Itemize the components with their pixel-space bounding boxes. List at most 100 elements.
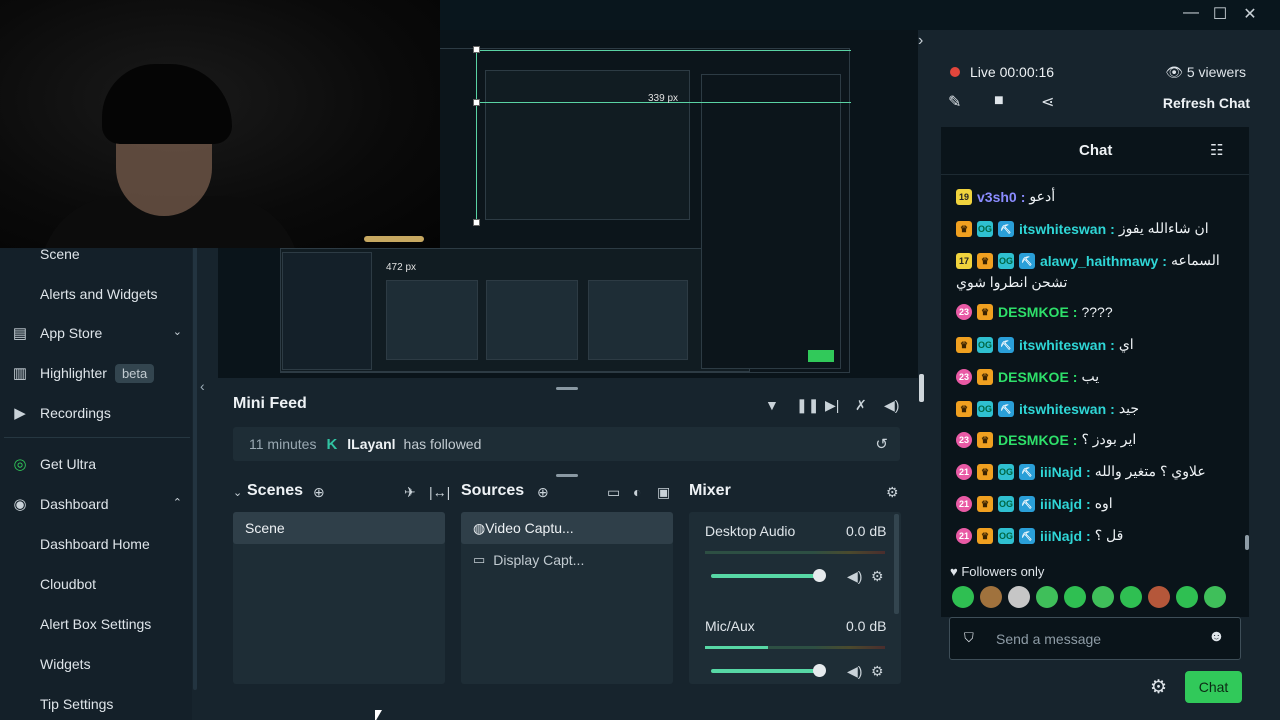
sidebar-item-dashboard[interactable]: ◉ Dashboard ⌃ [0, 486, 190, 522]
sidebar-item-cloudbot[interactable]: Cloudbot [0, 566, 190, 602]
chat-colon: : [1072, 368, 1078, 385]
emote-icon[interactable] [1204, 586, 1226, 608]
collapse-scenes-icon[interactable]: ⌄ [233, 486, 242, 499]
chat-message: ♛ OG ⛏ itswhiteswan: ان شاءالله يفوز [956, 220, 1209, 237]
resize-handle[interactable] [473, 99, 480, 106]
emote-icon[interactable] [952, 586, 974, 608]
add-scene-icon[interactable]: ⊕ [313, 484, 325, 501]
sidebar-item-app-store[interactable]: ▤ App Store ⌄ [0, 315, 190, 351]
og-badge-icon: OG [977, 220, 993, 237]
source-display-icon[interactable]: ▭ [607, 484, 620, 501]
editor-scrollbar[interactable] [919, 374, 924, 402]
share-icon[interactable]: ⋖ [1041, 92, 1054, 112]
speaker-icon[interactable]: ◀) [847, 568, 862, 585]
minimize-button[interactable]: — [1180, 4, 1202, 22]
chat-scrollbar[interactable] [1245, 535, 1249, 550]
emote-icon[interactable] [1036, 586, 1058, 608]
refresh-chat-button[interactable]: Refresh Chat [1163, 95, 1250, 111]
sidebar-item-dashboard-home[interactable]: Dashboard Home [0, 526, 190, 562]
sidebar-item-highlighter[interactable]: ▥ Highlighter beta [0, 355, 190, 391]
og-badge-icon: OG [998, 463, 1014, 480]
viewer-count: 👁 5 viewers [1165, 64, 1246, 81]
sidebar-item-widgets[interactable]: Widgets [0, 646, 190, 682]
chat-text: يب [1081, 368, 1100, 384]
footer-bar [218, 700, 918, 720]
users-icon[interactable]: ☷ [1210, 141, 1223, 159]
webcam-icon: ◍ [473, 519, 486, 536]
chat-settings-icon[interactable]: ⚙ [1150, 676, 1167, 699]
chat-username[interactable]: iiiNajd [1040, 496, 1082, 512]
chat-username[interactable]: DESMKOE [998, 369, 1069, 385]
expand-chat-icon[interactable]: › [918, 32, 923, 50]
crown-badge-icon: ♛ [977, 431, 993, 448]
sidebar-item-recordings[interactable]: ▶ Recordings [0, 395, 190, 431]
emoji-icon[interactable]: ☻ [1208, 628, 1225, 646]
sidebar-item-label: Dashboard [40, 496, 109, 512]
emote-icon[interactable] [1008, 586, 1030, 608]
resize-handle[interactable] [473, 46, 480, 53]
webcam-light [364, 236, 424, 242]
chat-username[interactable]: DESMKOE [998, 432, 1069, 448]
send-chat-button[interactable]: Chat [1185, 671, 1242, 703]
volume-slider-knob[interactable] [813, 664, 826, 677]
drag-handle[interactable] [556, 387, 578, 390]
chat-username[interactable]: alawy_haithmawy [1040, 253, 1158, 269]
split-icon[interactable]: |↔| [429, 484, 450, 500]
edit-icon[interactable]: ✎ [948, 92, 961, 112]
pause-icon[interactable]: ❚❚ [796, 397, 819, 414]
collapse-sidebar-icon[interactable]: ‹ [200, 378, 205, 394]
speaker-icon[interactable]: ◀) [847, 663, 862, 680]
source-audio-icon[interactable]: ◐ [633, 484, 641, 500]
repeat-alert-icon[interactable]: ↺ [875, 435, 888, 453]
sub-badge-icon: 19 [956, 188, 972, 205]
transition-icon[interactable]: ✈ [404, 484, 416, 501]
mixer-channel-name: Desktop Audio [705, 523, 796, 539]
sidebar-item-tip-settings[interactable]: Tip Settings [0, 686, 190, 720]
chat-username[interactable]: itswhiteswan [1019, 337, 1106, 353]
add-source-icon[interactable]: ⊕ [537, 484, 549, 501]
drag-handle[interactable] [556, 474, 578, 477]
preview-capture-mixer [588, 280, 688, 360]
scene-item[interactable]: Scene [233, 512, 445, 544]
emote-icon[interactable] [1176, 586, 1198, 608]
sidebar-item-alert-box-settings[interactable]: Alert Box Settings [0, 606, 190, 642]
chat-username[interactable]: iiiNajd [1040, 464, 1082, 480]
resize-handle[interactable] [473, 219, 480, 226]
mute-alerts-icon[interactable]: ✗ [855, 397, 867, 414]
source-item[interactable]: ◍ Video Captu... [461, 512, 673, 544]
pickaxe-badge-icon: ⛏ [998, 220, 1014, 237]
maximize-button[interactable]: ☐ [1209, 4, 1231, 24]
mixer-channel-name: Mic/Aux [705, 618, 755, 634]
emote-icon[interactable] [980, 586, 1002, 608]
gear-icon[interactable]: ⚙ [886, 484, 899, 501]
volume-slider[interactable] [711, 669, 819, 673]
message-input[interactable]: Send a message [949, 617, 1241, 660]
skip-icon[interactable]: ▶| [825, 397, 839, 414]
chat-username[interactable]: itswhiteswan [1019, 401, 1106, 417]
camera-icon[interactable]: ■ [994, 92, 1004, 110]
sidebar-scrollbar[interactable] [193, 190, 197, 690]
filter-icon[interactable]: ▼ [765, 397, 779, 413]
sidebar-item-alerts-widgets[interactable]: Alerts and Widgets [0, 276, 190, 312]
chat-username[interactable]: DESMKOE [998, 304, 1069, 320]
mixer-scrollbar[interactable] [894, 514, 899, 614]
emote-icon[interactable] [1064, 586, 1086, 608]
volume-icon[interactable]: ◀) [884, 397, 899, 414]
sidebar-item-get-ultra[interactable]: ◎ Get Ultra [0, 446, 190, 482]
emote-icon[interactable] [1092, 586, 1114, 608]
preview-capture-chat [701, 74, 841, 369]
source-item[interactable]: ▭ Display Capt... [461, 544, 673, 576]
gear-icon[interactable]: ⚙ [871, 663, 884, 680]
emote-icon[interactable] [1148, 586, 1170, 608]
chat-username[interactable]: itswhiteswan [1019, 221, 1106, 237]
preview-capture-sidebar [282, 252, 372, 370]
chat-username[interactable]: v3sh0 [977, 189, 1017, 205]
volume-slider-knob[interactable] [813, 569, 826, 582]
add-folder-icon[interactable]: ▣ [657, 484, 670, 501]
close-button[interactable]: ✕ [1239, 4, 1261, 24]
emote-icon[interactable] [1120, 586, 1142, 608]
chat-username[interactable]: iiiNajd [1040, 528, 1082, 544]
gear-icon[interactable]: ⚙ [871, 568, 884, 585]
chat-colon: : [1086, 527, 1091, 544]
volume-slider[interactable] [711, 574, 819, 578]
